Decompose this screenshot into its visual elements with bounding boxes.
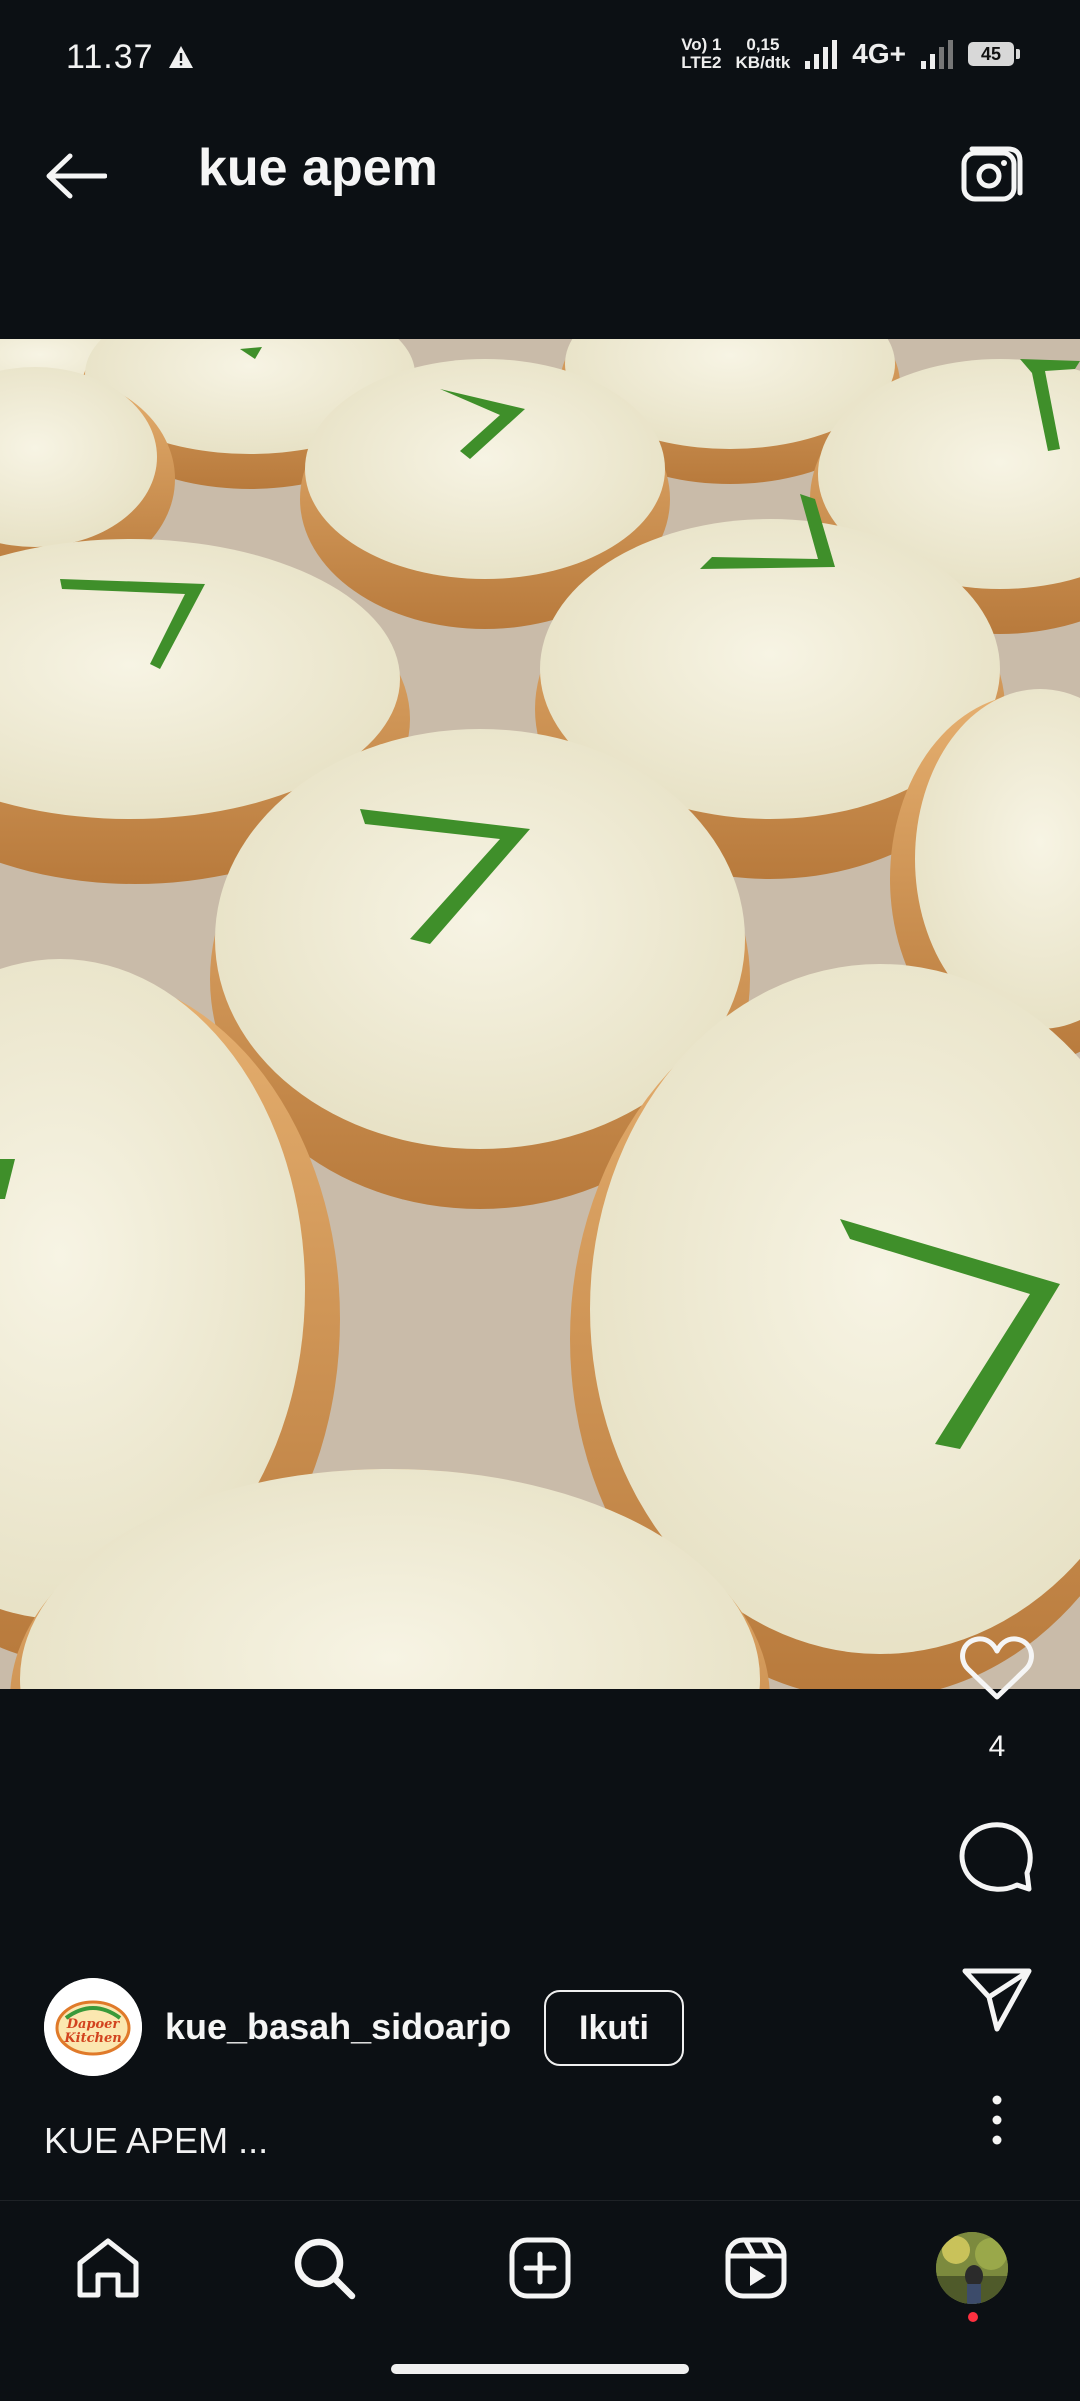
- like-count: 4: [988, 1730, 1006, 1763]
- post-caption[interactable]: KUE APEM ...: [44, 2120, 268, 2162]
- nav-home[interactable]: [60, 2220, 156, 2316]
- kue-apem-photo: [0, 339, 1080, 1689]
- network-type: 4G+: [852, 38, 906, 69]
- notification-dot: [968, 2312, 978, 2322]
- search-icon: [294, 2238, 356, 2300]
- signal-icon: [805, 40, 838, 69]
- signal-icon-2: [921, 40, 953, 69]
- home-icon: [77, 2238, 139, 2298]
- volte-label: Vo) 1: [681, 35, 722, 54]
- nav-create[interactable]: [492, 2220, 588, 2316]
- more-vertical-icon: [992, 2095, 1002, 2145]
- comment-icon: [959, 1822, 1033, 1892]
- status-indicators: Vo) 1 LTE2 0,15 KB/dtk 4G+ 45: [681, 36, 1020, 72]
- nav-profile[interactable]: [924, 2220, 1020, 2316]
- speed-unit: KB/dtk: [735, 53, 791, 72]
- more-options-button[interactable]: [952, 2075, 1042, 2165]
- profile-avatar: [936, 2232, 1008, 2304]
- volte-indicator: Vo) 1 LTE2: [681, 36, 721, 72]
- battery-icon: 45: [968, 42, 1020, 66]
- data-speed: 0,15 KB/dtk: [736, 36, 791, 72]
- reels-icon: [725, 2237, 787, 2299]
- status-time: 11.37: [66, 38, 154, 76]
- profile-photo: [936, 2232, 1008, 2304]
- lte-label: LTE2: [681, 53, 722, 72]
- page-title: kue apem: [198, 139, 438, 197]
- follow-button[interactable]: Ikuti: [544, 1990, 684, 2066]
- create-icon: [509, 2237, 571, 2299]
- svg-text:Kitchen: Kitchen: [63, 2031, 121, 2046]
- home-indicator[interactable]: [391, 2364, 689, 2374]
- nav-reels[interactable]: [708, 2220, 804, 2316]
- author-username[interactable]: kue_basah_sidoarjo: [165, 2006, 511, 2048]
- like-button[interactable]: [952, 1623, 1042, 1713]
- share-button[interactable]: [952, 1955, 1042, 2045]
- nav-search[interactable]: [276, 2220, 372, 2316]
- warning-icon: [169, 46, 193, 68]
- heart-icon: [960, 1636, 1034, 1700]
- send-icon: [962, 1968, 1032, 2032]
- back-button[interactable]: [40, 140, 112, 212]
- speed-value: 0,15: [746, 35, 780, 54]
- arrow-left-icon: [46, 153, 107, 199]
- comment-button[interactable]: [952, 1812, 1042, 1902]
- author-logo: Dapoer Kitchen: [44, 1978, 142, 2076]
- post-image[interactable]: [0, 339, 1080, 1689]
- camera-icon: [961, 146, 1023, 202]
- author-avatar[interactable]: Dapoer Kitchen: [44, 1978, 142, 2076]
- camera-button[interactable]: [955, 138, 1029, 212]
- svg-text:Dapoer: Dapoer: [66, 2017, 121, 2032]
